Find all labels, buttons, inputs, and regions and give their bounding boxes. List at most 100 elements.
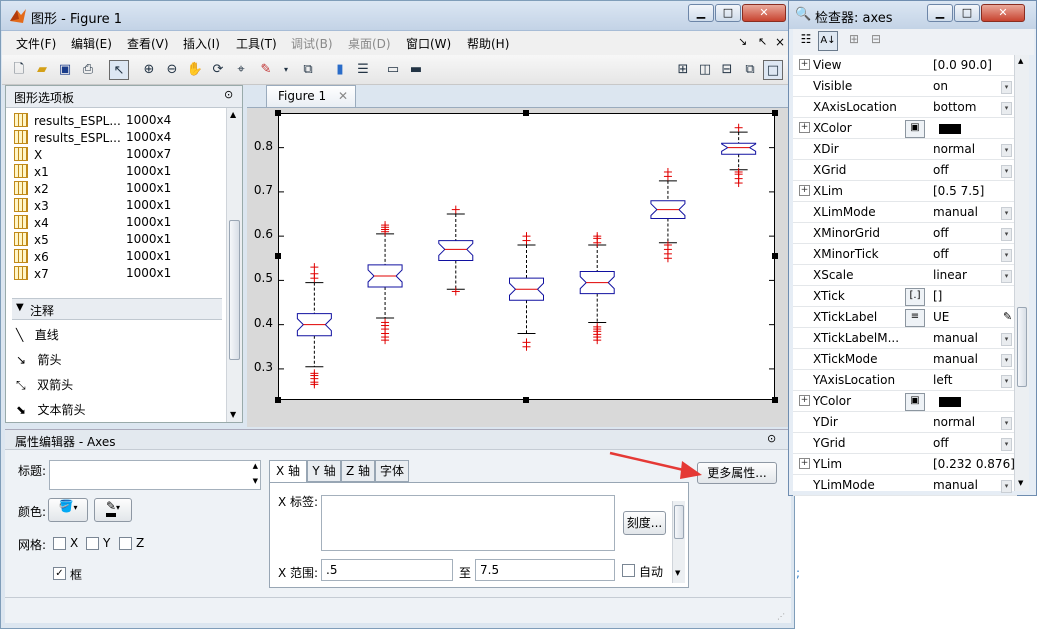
property-value[interactable]: [0.0 90.0]: [933, 58, 992, 72]
property-value[interactable]: linear: [933, 268, 967, 282]
variable-item[interactable]: x7: [14, 266, 49, 283]
property-row-view[interactable]: + View [0.0 90.0]: [793, 55, 1017, 76]
hide-tools-icon[interactable]: ▭: [383, 60, 403, 80]
pencil-icon[interactable]: ✎: [1003, 310, 1012, 323]
minimize-button[interactable]: ▁: [688, 4, 714, 22]
annotation-header[interactable]: ▼ 注释: [12, 298, 222, 320]
colorbar-icon[interactable]: ▮: [330, 60, 350, 80]
show-tools-icon[interactable]: ▬: [406, 60, 426, 80]
dropdown-arrow-icon[interactable]: ▾: [1001, 102, 1012, 115]
menu-file[interactable]: 文件(F): [16, 35, 56, 52]
scroll-thumb[interactable]: [1017, 307, 1027, 387]
scroll-down-icon[interactable]: ▼: [675, 569, 680, 577]
selection-handle[interactable]: [523, 110, 529, 116]
categorized-icon[interactable]: ☷: [797, 32, 815, 50]
float-icon[interactable]: ⧉: [740, 60, 760, 80]
title-input[interactable]: ▲ ▼: [49, 460, 261, 490]
property-row-xticklabelm[interactable]: XTickLabelM... manual ▾: [793, 328, 1017, 349]
pan-icon[interactable]: ✋: [185, 60, 205, 80]
property-row-ylim[interactable]: + YLim [0.232 0.876]: [793, 454, 1017, 475]
box-checkbox[interactable]: ✓: [53, 567, 66, 580]
color-swatch[interactable]: [939, 124, 961, 134]
menu-tools[interactable]: 工具(T): [236, 35, 277, 52]
tab-x-axis[interactable]: X 轴: [269, 460, 307, 483]
legend-icon[interactable]: ☰: [353, 60, 373, 80]
grid-x-checkbox[interactable]: [53, 537, 66, 550]
inspector-maximize-button[interactable]: □: [954, 4, 980, 22]
property-editor-icon[interactable]: ≡: [905, 309, 925, 327]
property-row-xticklabel[interactable]: XTickLabel ≡ UE ✎: [793, 307, 1017, 328]
property-value[interactable]: manual: [933, 478, 978, 492]
selection-handle[interactable]: [275, 397, 281, 403]
tab-font[interactable]: 字体: [375, 460, 409, 482]
property-row-xlimmode[interactable]: XLimMode manual ▾: [793, 202, 1017, 223]
property-row-visible[interactable]: Visible on ▾: [793, 76, 1017, 97]
variable-item[interactable]: x3: [14, 198, 49, 215]
property-row-xcolor[interactable]: + XColor ▣: [793, 118, 1017, 139]
palette-collapse-icon[interactable]: ⊙: [224, 88, 233, 101]
variable-item[interactable]: results_ESPL...: [14, 130, 121, 147]
variable-item[interactable]: x5: [14, 232, 49, 249]
property-row-xtick[interactable]: XTick [.] []: [793, 286, 1017, 307]
tab-close-icon[interactable]: ✕: [338, 89, 348, 103]
property-value[interactable]: normal: [933, 142, 975, 156]
property-value[interactable]: off: [933, 226, 949, 240]
maximize-doc-icon[interactable]: □: [763, 60, 783, 80]
menu-edit[interactable]: 编辑(E): [71, 35, 112, 52]
dropdown-arrow-icon[interactable]: ▾: [1001, 228, 1012, 241]
property-value[interactable]: off: [933, 247, 949, 261]
annotation-arrow[interactable]: ↘ 箭头: [16, 351, 62, 368]
dropdown-arrow-icon[interactable]: ▾: [1001, 417, 1012, 430]
variable-item[interactable]: results_ESPL...: [14, 113, 121, 130]
menu-help[interactable]: 帮助(H): [467, 35, 509, 52]
splitter[interactable]: [247, 85, 266, 107]
x-min-input[interactable]: .5: [321, 559, 453, 581]
new-figure-icon[interactable]: 🗋: [9, 60, 29, 80]
property-value[interactable]: []: [933, 289, 942, 303]
property-value[interactable]: [0.5 7.5]: [933, 184, 984, 198]
collapse-all-icon[interactable]: ⊟: [867, 32, 885, 50]
dropdown-arrow-icon[interactable]: ▾: [1001, 144, 1012, 157]
property-row-xminorgrid[interactable]: XMinorGrid off ▾: [793, 223, 1017, 244]
property-row-xlim[interactable]: + XLim [0.5 7.5]: [793, 181, 1017, 202]
expand-plus-icon[interactable]: +: [799, 458, 810, 469]
dropdown-arrow-icon[interactable]: ▾: [1001, 270, 1012, 283]
open-folder-icon[interactable]: ▰: [32, 60, 52, 80]
spin-up-icon[interactable]: ▲: [253, 462, 258, 470]
axes[interactable]: [278, 113, 775, 400]
variable-item[interactable]: x6: [14, 249, 49, 266]
dropdown-arrow-icon[interactable]: ▾: [1001, 480, 1012, 493]
dock-icon[interactable]: ↘: [738, 35, 747, 48]
property-value[interactable]: normal: [933, 415, 975, 429]
property-row-xtickmode[interactable]: XTickMode manual ▾: [793, 349, 1017, 370]
variable-item[interactable]: x1: [14, 164, 49, 181]
palette-scrollbar[interactable]: ▲ ▼: [226, 108, 242, 422]
variable-item[interactable]: X: [14, 147, 42, 164]
property-editor-icon[interactable]: ▣: [905, 393, 925, 411]
tab-y-axis[interactable]: Y 轴: [307, 460, 341, 482]
x-max-input[interactable]: 7.5: [475, 559, 615, 581]
dropdown-arrow-icon[interactable]: ▾: [1001, 165, 1012, 178]
property-value[interactable]: UE: [933, 310, 949, 324]
edit-plot-icon[interactable]: ↖: [109, 60, 129, 80]
property-editor-icon[interactable]: [.]: [905, 288, 925, 306]
inspector-minimize-button[interactable]: ▁: [927, 4, 953, 22]
close-button[interactable]: ✕: [742, 4, 786, 22]
menu-window[interactable]: 窗口(W): [406, 35, 451, 52]
scroll-thumb[interactable]: [674, 505, 684, 539]
selection-handle[interactable]: [275, 110, 281, 116]
property-row-ycolor[interactable]: + YColor ▣: [793, 391, 1017, 412]
dropdown-arrow-icon[interactable]: ▾: [1001, 249, 1012, 262]
rotate-icon[interactable]: ⟳: [208, 60, 228, 80]
expand-plus-icon[interactable]: +: [799, 122, 810, 133]
tile-grid-icon[interactable]: ⊞: [673, 60, 693, 80]
color-swatch[interactable]: [939, 397, 961, 407]
data-cursor-icon[interactable]: ⌖: [231, 60, 251, 80]
selection-handle[interactable]: [772, 110, 778, 116]
variable-item[interactable]: x4: [14, 215, 49, 232]
property-value[interactable]: on: [933, 79, 948, 93]
property-row-xminortick[interactable]: XMinorTick off ▾: [793, 244, 1017, 265]
annotation-line[interactable]: ╲ 直线: [16, 326, 59, 343]
maximize-button[interactable]: □: [715, 4, 741, 22]
more-properties-button[interactable]: 更多属性...: [697, 462, 777, 484]
